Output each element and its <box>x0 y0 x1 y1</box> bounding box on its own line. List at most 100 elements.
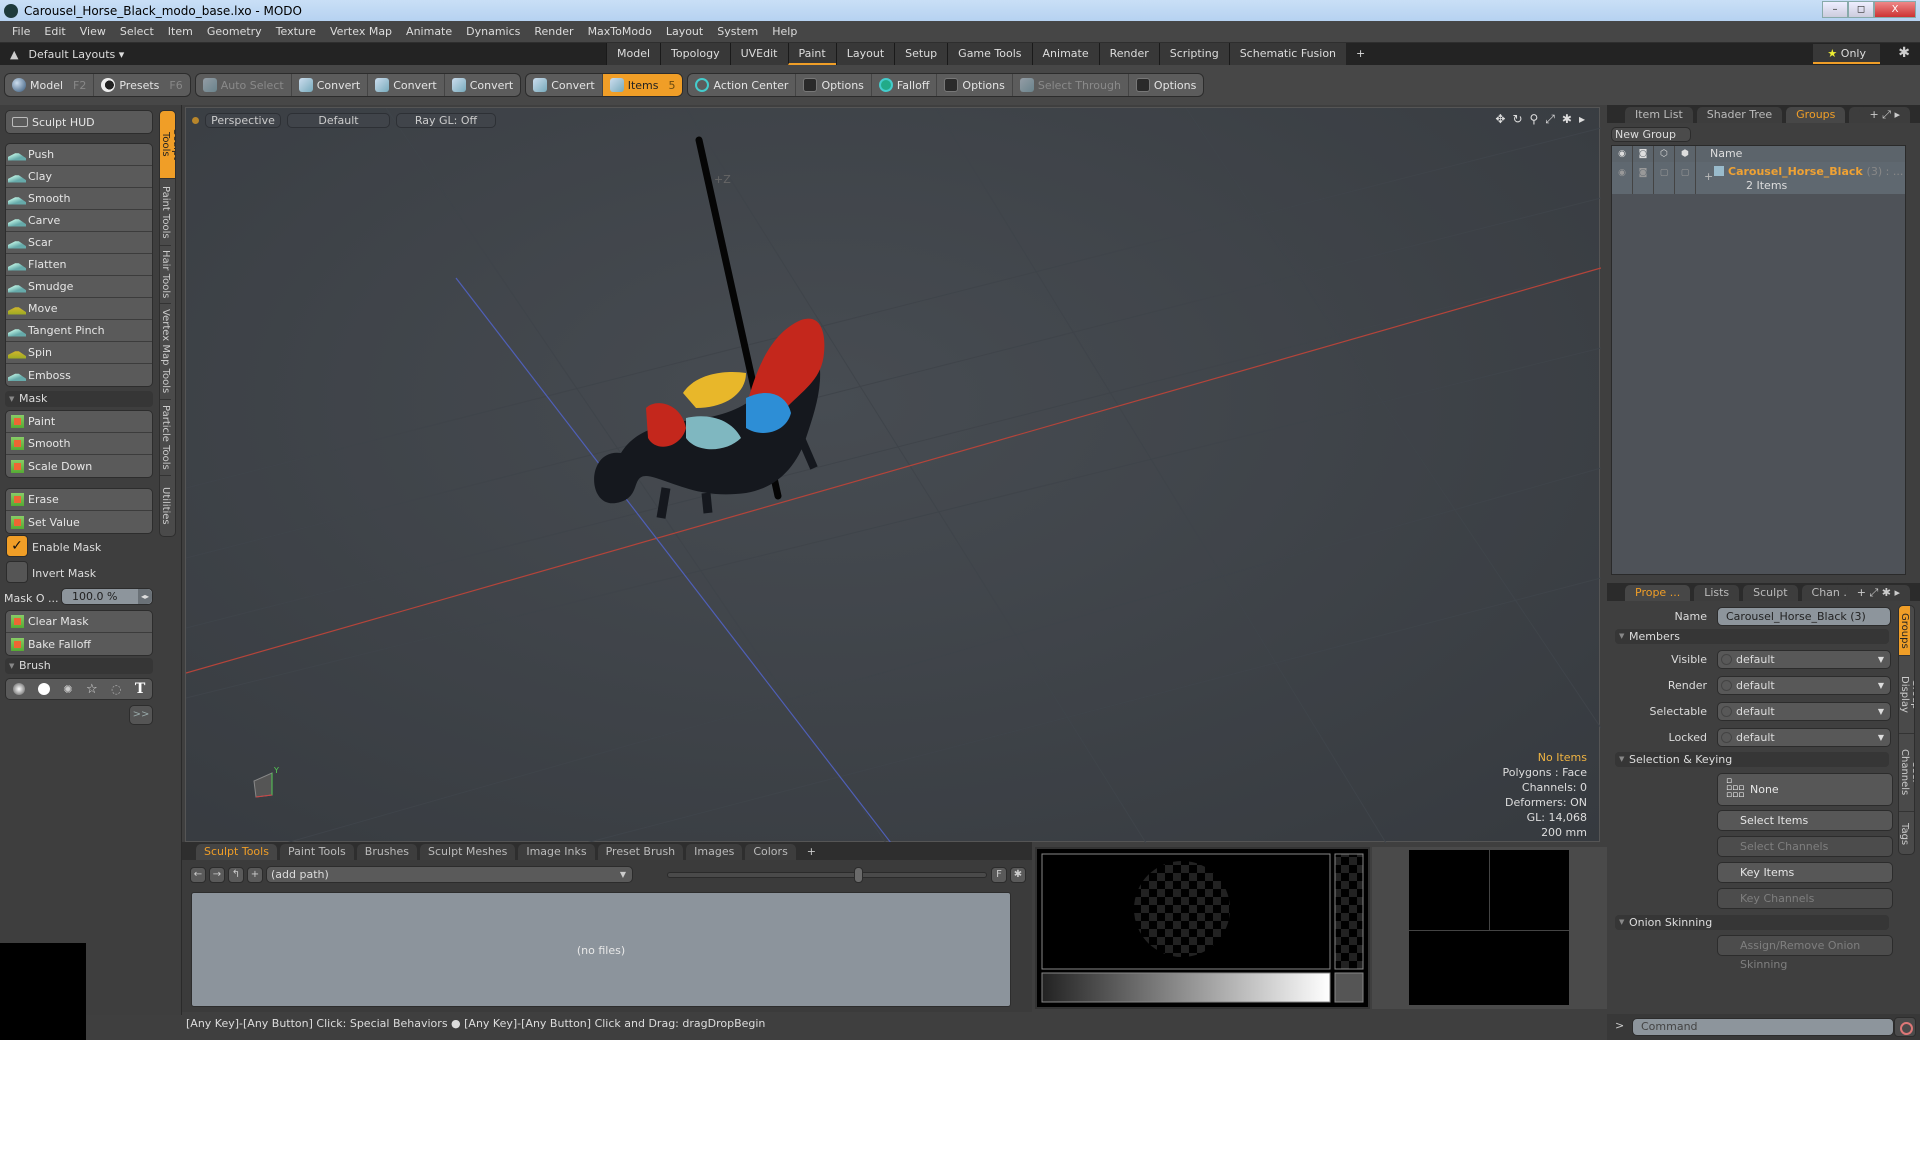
maximize-icon[interactable]: ⤢ <box>1545 112 1555 127</box>
enable-mask-checkbox[interactable]: ✓ <box>6 535 28 557</box>
tool-clay[interactable]: Clay <box>6 166 152 188</box>
btab-colors[interactable]: Colors <box>745 844 796 860</box>
menu-render[interactable]: Render <box>534 25 573 38</box>
mask-tool-paint[interactable]: Paint <box>6 411 152 433</box>
tool-carve[interactable]: Carve <box>6 210 152 232</box>
btab-preset-brush[interactable]: Preset Brush <box>597 844 684 860</box>
mask-opacity-field[interactable]: 100.0 % ◂▸ <box>61 588 153 605</box>
tool-smooth[interactable]: Smooth <box>6 188 152 210</box>
brush-section-header[interactable]: Brush <box>5 658 153 674</box>
action-center-options-button[interactable]: Options <box>796 74 872 96</box>
vtab-tags[interactable]: Tags <box>1899 812 1910 854</box>
clear-mask-button[interactable]: Clear Mask <box>6 611 152 633</box>
mask-tool-smooth[interactable]: Smooth <box>6 433 152 455</box>
slider-arrows-icon[interactable]: ◂▸ <box>138 589 152 604</box>
menu-geometry[interactable]: Geometry <box>207 25 262 38</box>
up-directory-icon[interactable]: ↰ <box>228 866 244 883</box>
panel-controls-icon[interactable]: + ⤢ ▸ <box>1859 107 1910 123</box>
mask-tool-scale-down[interactable]: Scale Down <box>6 455 152 477</box>
shading-style-dropdown[interactable]: Default <box>287 113 390 128</box>
vtab-group-display[interactable]: Group Display <box>1899 656 1914 734</box>
add-path-plus-icon[interactable]: + <box>247 866 263 883</box>
convert-vertices-button[interactable]: Convert <box>292 74 369 96</box>
panel-controls-icon[interactable]: + ⤢ ✱ ▸ <box>1846 585 1910 601</box>
menu-maxtomodo[interactable]: MaxToModo <box>588 25 652 38</box>
menu-animate[interactable]: Animate <box>406 25 452 38</box>
vtab-user-channels[interactable]: User Channels <box>1899 734 1914 812</box>
btab-image-inks[interactable]: Image Inks <box>518 844 595 860</box>
layout-tab-game-tools[interactable]: Game Tools <box>947 43 1032 65</box>
tab-lists[interactable]: Lists <box>1694 585 1740 601</box>
locked-dropdown[interactable]: default ▼ <box>1717 728 1891 747</box>
vtab-vertex-map-tools[interactable]: Vertex Map Tools <box>160 304 171 400</box>
restore-button[interactable]: ◻ <box>1848 1 1874 18</box>
file-browser-area[interactable]: (no files) <box>191 892 1011 1007</box>
onion-skinning-button[interactable]: Assign/Remove Onion Skinning <box>1717 935 1893 971</box>
select-toggle[interactable]: ▢ <box>1675 162 1696 194</box>
vtab-paint-tools[interactable]: Paint Tools <box>160 179 171 246</box>
select-through-options-button[interactable]: Options <box>1129 74 1203 96</box>
render-icon[interactable]: ◙ <box>1633 162 1654 194</box>
browser-gear-icon[interactable]: ✱ <box>1010 867 1026 883</box>
minimize-button[interactable]: – <box>1822 1 1848 18</box>
procedural-brush-icon[interactable]: ◌ <box>111 682 121 696</box>
convert-materials-button[interactable]: Convert <box>526 74 603 96</box>
tool-move[interactable]: Move <box>6 298 152 320</box>
only-toggle[interactable]: ★ Only <box>1813 44 1880 64</box>
thumbnail-size-slider[interactable] <box>667 867 987 883</box>
vtab-utilities[interactable]: Utilities <box>160 476 171 536</box>
filter-button[interactable]: F <box>991 867 1007 883</box>
slider-knob[interactable] <box>854 867 863 883</box>
forward-arrow-icon[interactable]: → <box>209 866 225 883</box>
tool-smudge[interactable]: Smudge <box>6 276 152 298</box>
tool-spin[interactable]: Spin <box>6 342 152 364</box>
layout-tab-setup[interactable]: Setup <box>894 43 948 65</box>
mask-tool-erase[interactable]: Erase <box>6 489 152 511</box>
lock-toggle[interactable]: ▢ <box>1654 162 1675 194</box>
key-channels-button[interactable]: Key Channels <box>1717 888 1893 909</box>
menu-help[interactable]: Help <box>772 25 797 38</box>
layout-tab-model[interactable]: Model <box>606 43 661 65</box>
hard-brush-icon[interactable] <box>38 683 51 695</box>
view-type-dropdown[interactable]: Perspective <box>205 113 281 128</box>
eye-icon[interactable]: ◉ <box>1612 162 1633 194</box>
menu-texture[interactable]: Texture <box>276 25 316 38</box>
text-brush-icon[interactable]: T <box>135 681 145 697</box>
layout-tab-paint[interactable]: Paint <box>787 43 836 65</box>
layout-tab-topology[interactable]: Topology <box>660 43 730 65</box>
vtab-groups[interactable]: Groups <box>1899 606 1910 656</box>
layout-tab-animate[interactable]: Animate <box>1031 43 1099 65</box>
render-column-icon[interactable]: ◙ <box>1633 146 1654 162</box>
default-layouts-dropdown[interactable]: Default Layouts ▾ <box>28 48 124 61</box>
menu-item[interactable]: Item <box>168 25 193 38</box>
btab-paint-tools[interactable]: Paint Tools <box>279 844 354 860</box>
items-mode-button[interactable]: Items 5 <box>602 74 683 96</box>
select-channels-button[interactable]: Select Channels <box>1717 836 1893 857</box>
soft-brush-icon[interactable] <box>12 683 25 695</box>
rotate-icon[interactable]: ↻ <box>1512 112 1522 127</box>
layout-tab-uvedit[interactable]: UVEdit <box>729 43 788 65</box>
btab-brushes[interactable]: Brushes <box>356 844 418 860</box>
record-macro-icon[interactable] <box>1894 1017 1916 1037</box>
menu-layout[interactable]: Layout <box>666 25 703 38</box>
add-tab-button[interactable]: + <box>799 844 824 860</box>
btab-sculpt-tools[interactable]: Sculpt Tools <box>196 844 277 860</box>
menu-view[interactable]: View <box>80 25 106 38</box>
add-layout-button[interactable]: + <box>1346 43 1375 65</box>
menu-system[interactable]: System <box>717 25 758 38</box>
3d-viewport[interactable]: +Z Y Perspective Default Ray GL: Off ✥ ↻… <box>185 107 1601 843</box>
tab-groups[interactable]: Groups <box>1786 107 1846 123</box>
close-button[interactable]: X <box>1874 1 1916 18</box>
expand-plus-icon[interactable]: + <box>1704 170 1713 183</box>
menu-select[interactable]: Select <box>120 25 154 38</box>
name-column-header[interactable]: Name <box>1696 146 1742 162</box>
layout-tab-scripting[interactable]: Scripting <box>1158 43 1229 65</box>
viewport-gear-icon[interactable]: ✱ <box>1562 112 1572 127</box>
menu-vertex-map[interactable]: Vertex Map <box>330 25 392 38</box>
mask-section-header[interactable]: Mask <box>5 391 153 407</box>
tool-tangent-pinch[interactable]: Tangent Pinch <box>6 320 152 342</box>
star-brush-icon[interactable]: ☆ <box>86 682 98 697</box>
onion-skinning-section[interactable]: Onion Skinning <box>1615 915 1889 930</box>
layout-up-icon[interactable]: ▲ <box>10 48 18 61</box>
viewport-menu-dot[interactable] <box>192 117 199 124</box>
